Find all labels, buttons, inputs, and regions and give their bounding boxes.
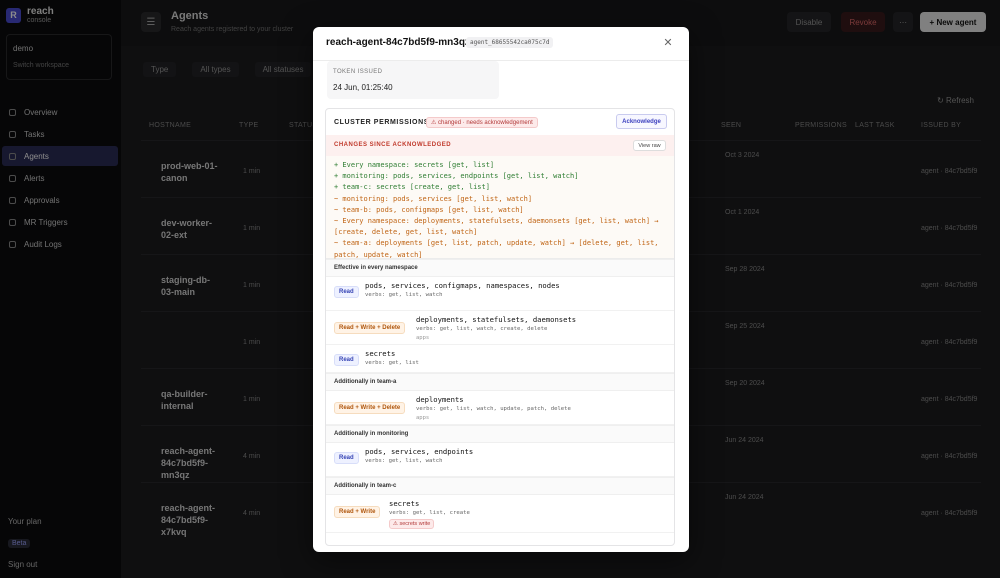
access-level-badge: Read [334, 452, 359, 464]
token-issued-value: 24 Jun, 01:25:40 [333, 83, 393, 92]
cluster-permissions-card: CLUSTER PERMISSIONS ⚠ changed · needs ac… [325, 108, 675, 546]
permission-section-heading: Additionally in team-a [326, 373, 674, 391]
permission-rule: Read pods, services, endpoints verbs: get,… [326, 443, 674, 477]
section-heading-label: Additionally in team-a [334, 379, 397, 385]
acknowledge-button[interactable]: Acknowledge [616, 114, 667, 129]
section-heading-label: Additionally in monitoring [334, 431, 409, 437]
rule-api-group: apps [416, 415, 430, 421]
rule-verbs: verbs: get, list, watch [365, 458, 443, 464]
rule-verbs: verbs: get, list [365, 360, 419, 366]
permission-rule: Read + Write + Delete deployments verbs: g… [326, 391, 674, 425]
rule-verbs: verbs: get, list, watch, create, delete [416, 326, 548, 332]
permissions-header: CLUSTER PERMISSIONS ⚠ changed · needs ac… [326, 109, 674, 135]
modal-title: reach-agent-84c7bd5f9-mn3qz [326, 37, 470, 48]
diff-line-modified: ~ team-b: pods, configmaps [get, list, w… [334, 205, 524, 214]
modal-header: reach-agent-84c7bd5f9-mn3qz agent_686555… [313, 27, 689, 61]
diff-line-modified: ~ team-a: deployments [get, list, patch,… [334, 239, 663, 259]
section-heading-label: Additionally in team-c [334, 483, 397, 489]
access-level-badge: Read + Write + Delete [334, 322, 406, 334]
permissions-diff: + Every namespace: secrets [get, list] + … [326, 156, 674, 259]
permissions-title: CLUSTER PERMISSIONS [334, 119, 430, 126]
section-heading-label: Effective in every namespace [334, 265, 418, 271]
rule-resources: pods, services, endpoints [365, 447, 474, 456]
diff-line-added: + Every namespace: secrets [get, list] [334, 161, 495, 169]
rule-verbs: verbs: get, list, watch, update, patch, … [416, 406, 571, 412]
rule-verbs: verbs: get, list, watch [365, 292, 443, 298]
token-issued-card: TOKEN ISSUED 24 Jun, 01:25:40 [327, 61, 499, 99]
permission-section-heading: Effective in every namespace [326, 259, 674, 277]
diff-line-added: + monitoring: pods, services, endpoints … [334, 172, 579, 181]
view-raw-button[interactable]: View raw [633, 140, 666, 151]
diff-line-added: + team-c: secrets [create, get, list] [334, 183, 490, 192]
diff-line-modified: ~ monitoring: pods, services [get, list,… [334, 194, 533, 203]
agent-id-badge: agent_68655542ca075c7d [466, 37, 554, 48]
rule-verbs: verbs: get, list, create [389, 510, 470, 516]
changes-label: CHANGES SINCE ACKNOWLEDGED [334, 142, 452, 148]
rule-resources: secrets [365, 349, 396, 358]
permission-rule: Read + Write secrets verbs: get, list, cre… [326, 495, 674, 533]
rule-resources: deployments, statefulsets, daemonsets [416, 315, 577, 324]
permission-section-heading: Additionally in team-c [326, 477, 674, 495]
rule-api-group: apps [416, 335, 430, 341]
diff-line-modified: ~ Every namespace: deployments, stateful… [334, 217, 663, 237]
permission-section-heading: Additionally in monitoring [326, 425, 674, 443]
token-issued-label: TOKEN ISSUED [333, 69, 383, 75]
secrets-write-warning: ⚠ secrets write [389, 519, 435, 529]
permission-rule: Read pods, services, configmaps, namespac… [326, 277, 674, 311]
rule-resources: secrets [389, 499, 420, 508]
permission-rule: Read + Write + Delete deployments, statef… [326, 311, 674, 345]
changes-bar: CHANGES SINCE ACKNOWLEDGED View raw [326, 135, 674, 156]
rule-resources: deployments [416, 395, 464, 404]
access-level-badge: Read [334, 354, 359, 366]
changed-badge: ⚠ changed · needs acknowledgement [426, 117, 538, 128]
close-icon[interactable]: ✕ [662, 37, 674, 49]
agent-detail-modal: reach-agent-84c7bd5f9-mn3qz agent_686555… [313, 27, 689, 552]
access-level-badge: Read + Write [334, 506, 381, 518]
access-level-badge: Read [334, 286, 359, 298]
permission-rule: Read secrets verbs: get, list [326, 345, 674, 373]
access-level-badge: Read + Write + Delete [334, 402, 406, 414]
rule-resources: pods, services, configmaps, namespaces, … [365, 281, 560, 290]
